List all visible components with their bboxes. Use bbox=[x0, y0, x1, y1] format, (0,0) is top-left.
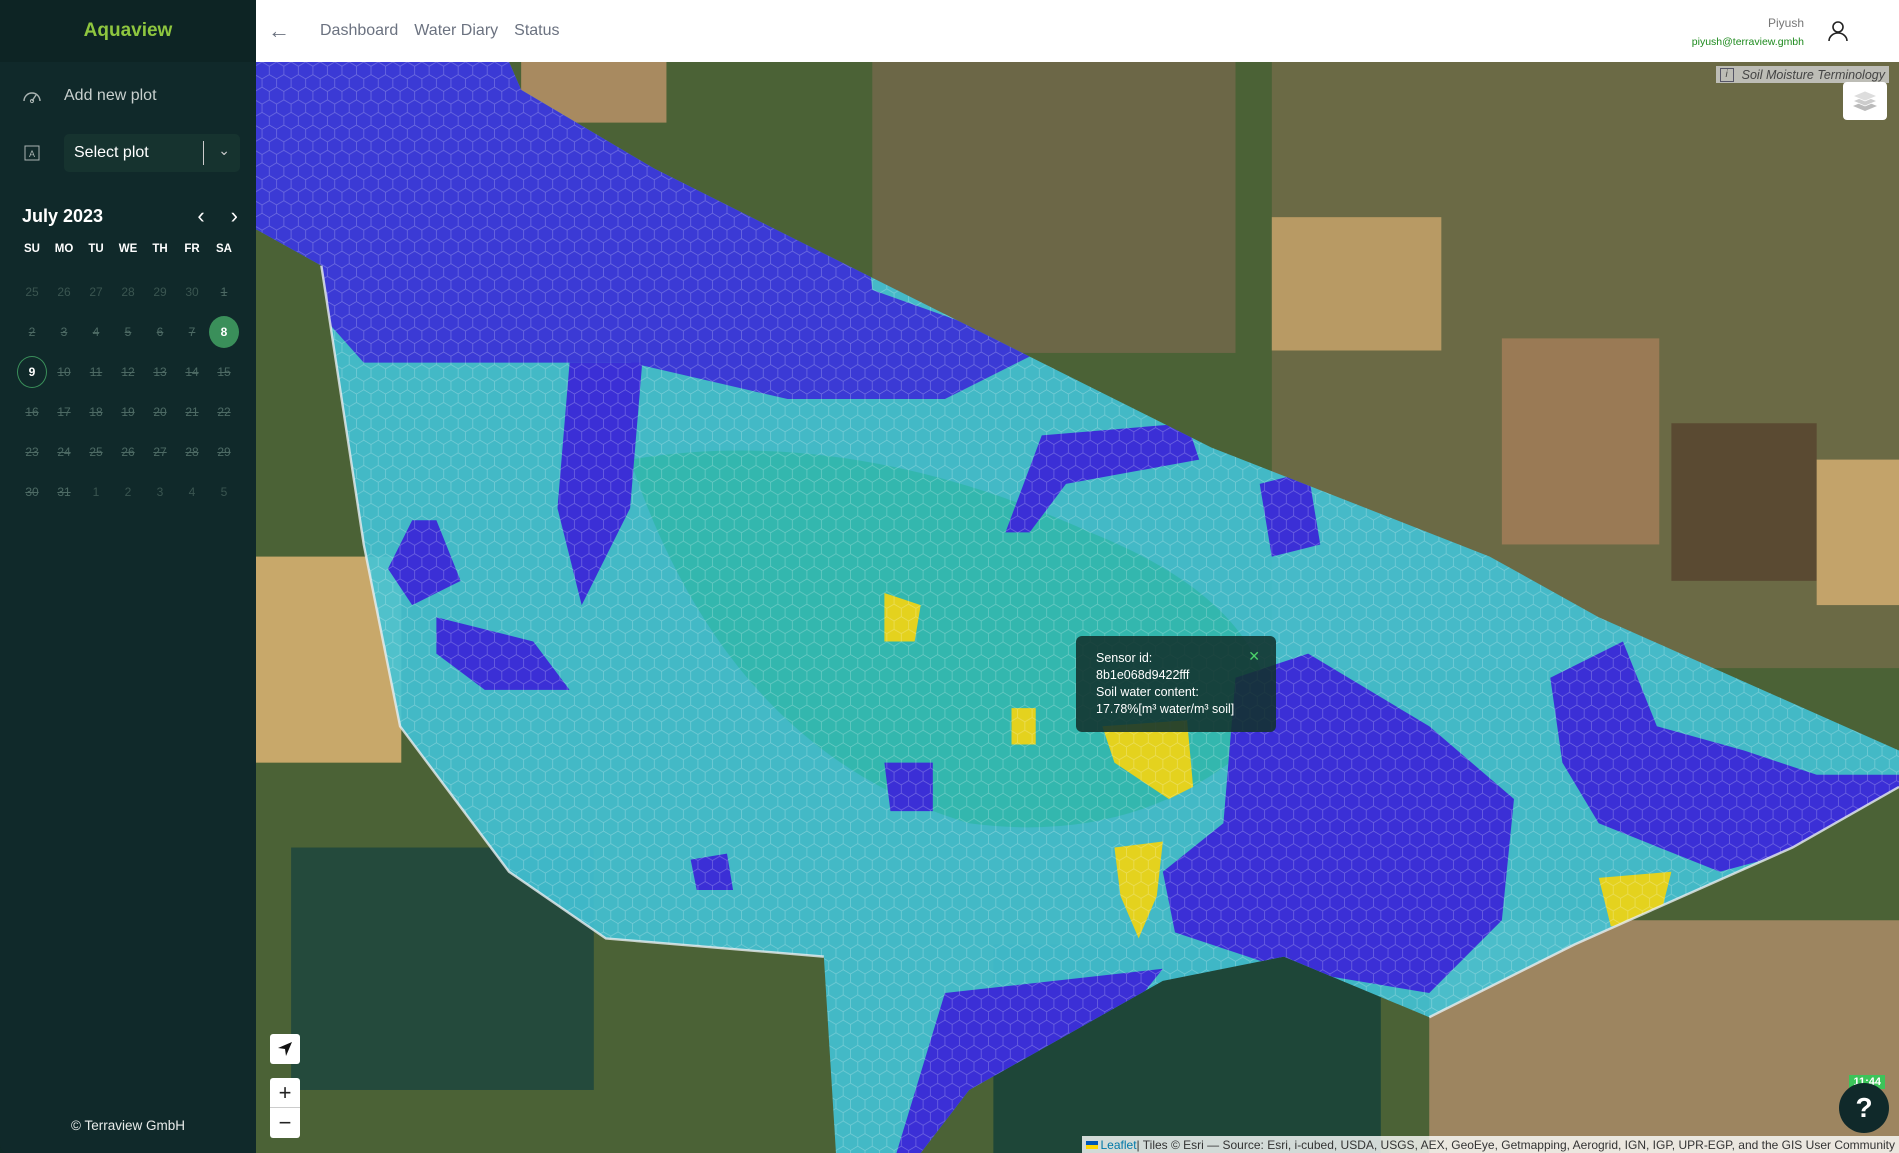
popup-sensor-id: 8b1e068d9422fff bbox=[1096, 668, 1190, 682]
calendar-day[interactable]: 10 bbox=[49, 356, 79, 388]
app-logo: Aquaview bbox=[0, 0, 256, 62]
locate-button[interactable] bbox=[270, 1034, 300, 1064]
calendar-day[interactable]: 18 bbox=[81, 396, 111, 428]
map-attribution: Leaflet | Tiles © Esri — Source: Esri, i… bbox=[1081, 1136, 1899, 1153]
weekday-header: TU bbox=[88, 243, 104, 255]
ukraine-flag-icon bbox=[1085, 1140, 1098, 1149]
weekday-header: SA bbox=[216, 243, 232, 255]
calendar-day[interactable]: 27 bbox=[145, 436, 175, 468]
calendar-day[interactable]: 20 bbox=[145, 396, 175, 428]
calendar-day[interactable]: 9 bbox=[17, 356, 47, 388]
calendar-day[interactable]: 8 bbox=[209, 316, 239, 348]
calendar-day[interactable]: 15 bbox=[209, 356, 239, 388]
top-bar: ← Dashboard Water Diary Status Piyush piy… bbox=[256, 0, 1899, 62]
calendar-day[interactable]: 6 bbox=[145, 316, 175, 348]
layers-icon bbox=[1852, 90, 1878, 111]
calendar-day[interactable]: 3 bbox=[49, 316, 79, 348]
calendar-day[interactable]: 1 bbox=[81, 476, 111, 508]
user-email: piyush@terraview.gmbh bbox=[1691, 36, 1804, 48]
calendar-month: July 2023 bbox=[22, 205, 104, 226]
calendar-day[interactable]: 30 bbox=[177, 276, 207, 308]
calendar-day[interactable]: 7 bbox=[177, 316, 207, 348]
calendar-day[interactable]: 30 bbox=[17, 476, 47, 508]
calendar-day[interactable]: 21 bbox=[177, 396, 207, 428]
help-button[interactable]: ? bbox=[1839, 1083, 1889, 1133]
calendar-day[interactable]: 16 bbox=[17, 396, 47, 428]
weekday-header: SU bbox=[24, 243, 40, 255]
weekday-header: WE bbox=[118, 243, 138, 255]
calendar-day[interactable]: 25 bbox=[81, 436, 111, 468]
popup-water-label: Soil water content: bbox=[1096, 685, 1199, 699]
calendar-day[interactable]: 25 bbox=[17, 276, 47, 308]
calendar-day[interactable]: 28 bbox=[177, 436, 207, 468]
popup-water-value: 17.78%[m³ water/m³ soil] bbox=[1096, 702, 1235, 716]
calendar-day[interactable]: 4 bbox=[81, 316, 111, 348]
satellite-map bbox=[256, 62, 1899, 1153]
sidebar: Aquaview Add new plot A Select plot ⌄ Jul… bbox=[0, 0, 256, 1153]
sensor-popup: ✕ Sensor id: 8b1e068d9422fff Soil water … bbox=[1076, 636, 1276, 732]
add-new-plot-label: Add new plot bbox=[64, 87, 157, 104]
leaflet-link[interactable]: Leaflet bbox=[1101, 1138, 1137, 1152]
chevron-left-icon[interactable]: ‹ bbox=[197, 203, 204, 228]
calendar-day[interactable]: 29 bbox=[145, 276, 175, 308]
terms-label: Soil Moisture Terminology bbox=[1741, 67, 1885, 82]
weekday-header: TH bbox=[152, 243, 168, 255]
add-new-plot-button[interactable]: Add new plot bbox=[0, 70, 256, 122]
info-icon: i bbox=[1719, 67, 1734, 82]
calendar-day[interactable]: 3 bbox=[145, 476, 175, 508]
chevron-down-icon: ⌄ bbox=[218, 142, 230, 158]
calendar-day[interactable]: 11 bbox=[81, 356, 111, 388]
svg-text:A: A bbox=[29, 149, 35, 159]
copyright: © Terraview GmbH bbox=[71, 1118, 185, 1133]
calendar-day[interactable]: 1 bbox=[209, 276, 239, 308]
calendar-day[interactable]: 24 bbox=[49, 436, 79, 468]
weekday-header: MO bbox=[54, 243, 74, 255]
select-plot-dropdown[interactable]: Select plot ⌄ bbox=[64, 134, 240, 172]
calendar-day[interactable]: 12 bbox=[113, 356, 143, 388]
calendar-day[interactable]: 14 bbox=[177, 356, 207, 388]
calendar-day[interactable]: 5 bbox=[209, 476, 239, 508]
plot-frame-icon: A bbox=[22, 143, 42, 163]
user-icon[interactable] bbox=[1827, 20, 1849, 47]
back-arrow-icon[interactable]: ← bbox=[268, 18, 304, 44]
calendar-day[interactable]: 27 bbox=[81, 276, 111, 308]
select-plot-row: A Select plot ⌄ bbox=[0, 122, 256, 184]
user-info: Piyush piyush@terraview.gmbh bbox=[1692, 16, 1804, 48]
user-name: Piyush bbox=[1767, 16, 1804, 30]
nav-water-diary[interactable]: Water Diary bbox=[414, 22, 498, 40]
attribution-text: | Tiles © Esri — Source: Esri, i-cubed, … bbox=[1136, 1137, 1895, 1152]
popup-sensor-label: Sensor id: bbox=[1096, 651, 1153, 665]
chevron-right-icon[interactable]: › bbox=[231, 203, 238, 228]
calendar-day[interactable]: 26 bbox=[49, 276, 79, 308]
zoom-control: + − bbox=[270, 1078, 300, 1138]
calendar-day[interactable]: 26 bbox=[113, 436, 143, 468]
calendar-day[interactable]: 29 bbox=[209, 436, 239, 468]
zoom-in-button[interactable]: + bbox=[270, 1078, 300, 1108]
gauge-icon bbox=[22, 86, 42, 106]
map[interactable]: i Soil Moisture Terminology + − ✕ Sensor i… bbox=[256, 62, 1899, 1153]
calendar-day[interactable]: 23 bbox=[17, 436, 47, 468]
navigation-arrow-icon bbox=[270, 1034, 300, 1064]
soil-moisture-terminology-link[interactable]: i Soil Moisture Terminology bbox=[1715, 66, 1889, 83]
zoom-out-button[interactable]: − bbox=[270, 1108, 300, 1138]
calendar-day[interactable]: 17 bbox=[49, 396, 79, 428]
calendar-day[interactable]: 19 bbox=[113, 396, 143, 428]
close-icon[interactable]: ✕ bbox=[1248, 648, 1260, 665]
calendar-day[interactable]: 22 bbox=[209, 396, 239, 428]
weekday-header: FR bbox=[184, 243, 200, 255]
layers-button[interactable] bbox=[1843, 82, 1887, 120]
calendar-day[interactable]: 2 bbox=[17, 316, 47, 348]
nav-status[interactable]: Status bbox=[514, 22, 559, 40]
calendar-day[interactable]: 2 bbox=[113, 476, 143, 508]
calendar: July 2023 ‹ › SU MO TU WE TH FR SA 25 26 27 28 29 30 1… bbox=[17, 200, 239, 512]
select-plot-value: Select plot bbox=[74, 144, 149, 161]
calendar-day[interactable]: 31 bbox=[49, 476, 79, 508]
nav-dashboard[interactable]: Dashboard bbox=[320, 22, 398, 40]
calendar-day[interactable]: 4 bbox=[177, 476, 207, 508]
calendar-day[interactable]: 5 bbox=[113, 316, 143, 348]
calendar-day[interactable]: 13 bbox=[145, 356, 175, 388]
calendar-day[interactable]: 28 bbox=[113, 276, 143, 308]
